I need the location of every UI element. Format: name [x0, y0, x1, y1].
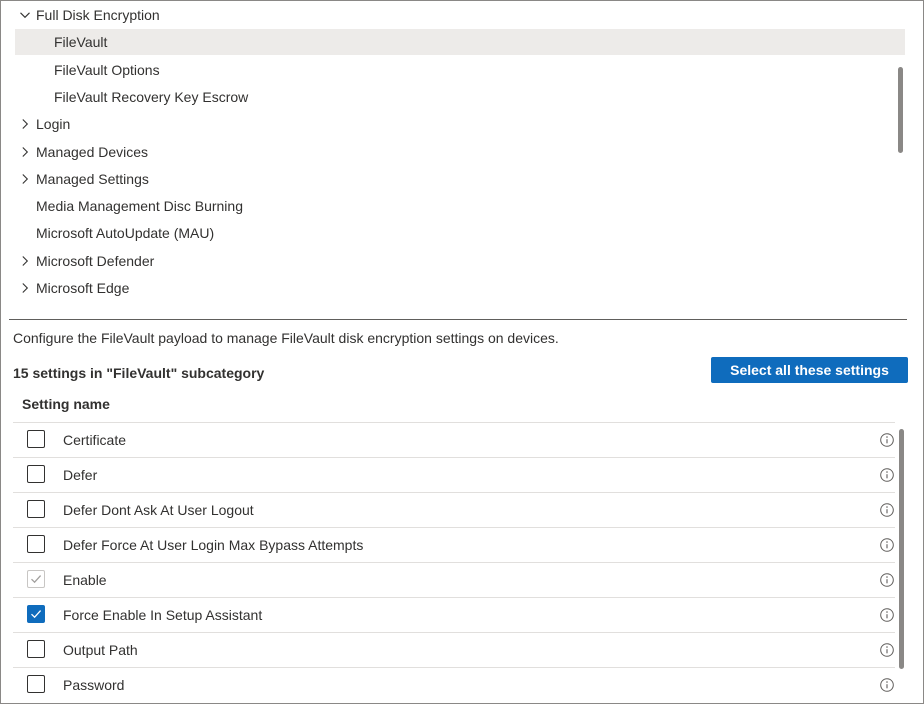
tree-item[interactable]: FileVault Options: [15, 57, 905, 83]
tree-item[interactable]: Microsoft AutoUpdate (MAU): [15, 220, 905, 246]
tree-item[interactable]: Managed Settings: [15, 166, 905, 192]
category-tree: Full Disk Encryption FileVault FileVault O…: [1, 1, 923, 311]
setting-name: Defer: [63, 467, 98, 483]
setting-name: Certificate: [63, 432, 127, 448]
info-icon[interactable]: [879, 537, 895, 553]
setting-checkbox[interactable]: [27, 465, 45, 483]
info-icon[interactable]: [879, 572, 895, 588]
tree-item-label: Microsoft Edge: [36, 280, 130, 296]
setting-name: Enable: [63, 572, 107, 588]
tree-item-label: Microsoft Defender: [36, 252, 155, 269]
setting-checkbox[interactable]: [27, 535, 45, 553]
setting-checkbox[interactable]: [27, 675, 45, 693]
setting-row: Force Enable In Setup Assistant: [13, 597, 895, 633]
checkmark-icon: [29, 607, 43, 621]
setting-row: Password: [13, 667, 895, 703]
setting-name: Defer Force At User Login Max Bypass Att…: [63, 537, 364, 553]
tree-item-label: Managed Settings: [36, 170, 149, 187]
tree-item[interactable]: Managed Devices: [15, 139, 905, 165]
tree-item[interactable]: Media Management Disc Burning: [15, 193, 905, 219]
tree-item[interactable]: Microsoft Defender: [15, 248, 905, 274]
setting-checkbox[interactable]: [27, 605, 45, 623]
setting-name: Output Path: [63, 642, 138, 658]
setting-checkbox[interactable]: [27, 640, 45, 658]
setting-checkbox[interactable]: [27, 430, 45, 448]
setting-row: Certificate: [13, 422, 895, 458]
tree-item[interactable]: Full Disk Encryption: [15, 2, 905, 28]
setting-row: Defer Force At User Login Max Bypass Att…: [13, 527, 895, 563]
chevron-right-icon[interactable]: [15, 169, 35, 189]
setting-row: Defer: [13, 457, 895, 493]
tree-item-label: Full Disk Encryption: [36, 7, 160, 23]
info-icon[interactable]: [879, 467, 895, 483]
tree-item-label: Managed Devices: [36, 143, 149, 160]
info-icon[interactable]: [879, 607, 895, 623]
tree-item-label: FileVault Recovery Key Escrow: [54, 88, 249, 105]
tree-item-label: FileVault Options: [54, 61, 160, 78]
setting-row: Output Path: [13, 632, 895, 668]
chevron-right-icon[interactable]: [15, 142, 35, 162]
tree-item-label: Microsoft AutoUpdate (MAU): [36, 225, 215, 242]
column-header-setting-name: Setting name: [22, 396, 110, 412]
section-divider: [9, 319, 907, 320]
settings-picker-panel: Full Disk Encryption FileVault FileVault O…: [0, 0, 924, 704]
chevron-right-icon[interactable]: [15, 278, 35, 298]
info-icon[interactable]: [879, 432, 895, 448]
info-icon[interactable]: [879, 642, 895, 658]
info-icon[interactable]: [879, 677, 895, 693]
chevron-right-icon[interactable]: [15, 114, 35, 134]
tree-item-label: Login: [36, 116, 71, 133]
setting-row: Defer Dont Ask At User Logout: [13, 492, 895, 528]
subcategory-description: Configure the FileVault payload to manag…: [13, 330, 559, 346]
chevron-right-icon[interactable]: [15, 251, 35, 271]
checkmark-icon: [29, 572, 43, 586]
settings-scrollbar[interactable]: [899, 429, 904, 669]
setting-checkbox[interactable]: [27, 570, 45, 588]
tree-item[interactable]: Microsoft Edge: [15, 275, 905, 301]
setting-name: Defer Dont Ask At User Logout: [63, 502, 254, 518]
tree-item[interactable]: Login: [15, 111, 905, 137]
select-all-button[interactable]: Select all these settings: [711, 357, 908, 383]
tree-item-label: Media Management Disc Burning: [36, 198, 243, 215]
setting-name: Password: [63, 677, 125, 693]
chevron-down-icon[interactable]: [15, 5, 35, 25]
setting-checkbox[interactable]: [27, 500, 45, 518]
setting-name: Force Enable In Setup Assistant: [63, 607, 263, 623]
tree-scrollbar[interactable]: [898, 67, 903, 153]
tree-item[interactable]: FileVault Recovery Key Escrow: [15, 84, 905, 110]
info-icon[interactable]: [879, 502, 895, 518]
tree-item-label: FileVault: [54, 34, 108, 51]
setting-row: Enable: [13, 562, 895, 598]
tree-item[interactable]: FileVault: [15, 29, 905, 56]
settings-count: 15 settings in "FileVault" subcategory: [13, 365, 265, 381]
